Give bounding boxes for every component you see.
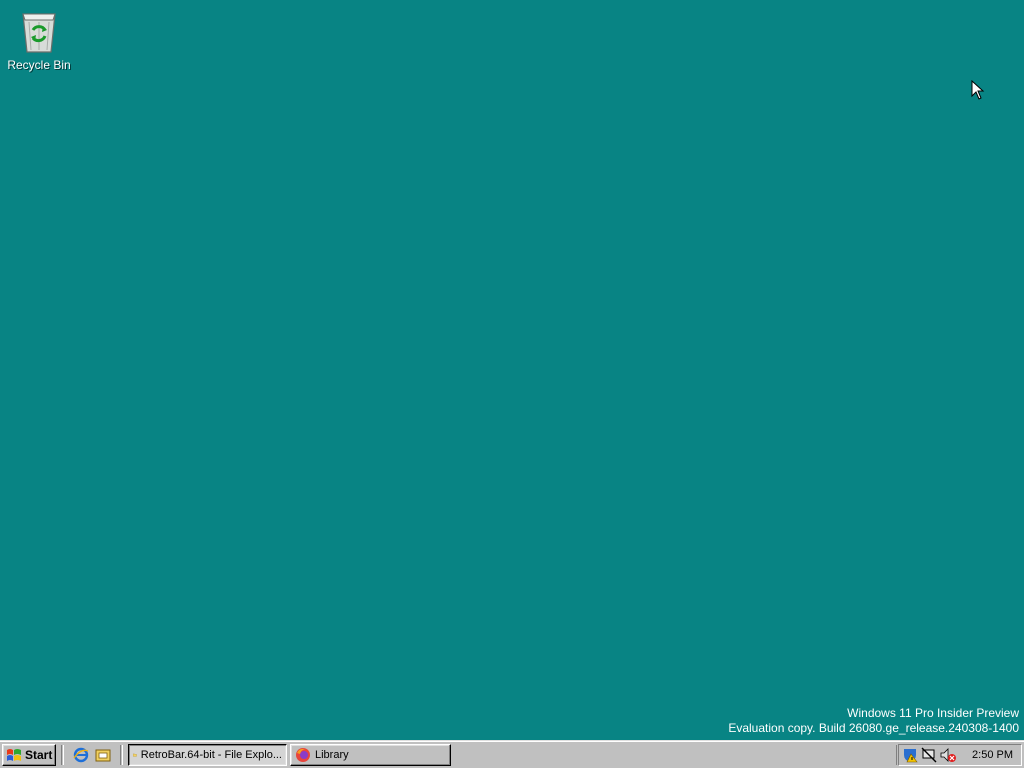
folder-icon bbox=[133, 753, 137, 757]
desktop[interactable]: Recycle Bin Windows 11 Pro Insider Previ… bbox=[0, 0, 1024, 768]
windows-logo-icon bbox=[7, 749, 21, 761]
taskbar-button-library[interactable]: Library bbox=[290, 744, 451, 766]
watermark-build: Evaluation copy. Build 26080.ge_release.… bbox=[728, 721, 1019, 735]
taskbar-button-file-explorer[interactable]: RetroBar.64-bit - File Explo... bbox=[128, 744, 287, 766]
taskbar-button-label: RetroBar.64-bit - File Explo... bbox=[140, 749, 282, 761]
security-warning-icon[interactable] bbox=[902, 747, 918, 763]
windows-watermark: Windows 11 Pro Insider Preview Evaluatio… bbox=[728, 706, 1019, 736]
firefox-icon bbox=[296, 748, 310, 762]
desktop-icon-label: Recycle Bin bbox=[7, 58, 71, 72]
mouse-pointer-icon bbox=[971, 80, 985, 100]
taskbar-clock[interactable]: 2:50 PM bbox=[972, 749, 1013, 761]
toolbar-grip[interactable] bbox=[61, 745, 64, 765]
volume-muted-icon[interactable] bbox=[940, 747, 956, 763]
internet-explorer-icon[interactable] bbox=[73, 747, 89, 763]
notification-area: 2:50 PM bbox=[898, 744, 1022, 766]
watermark-edition: Windows 11 Pro Insider Preview bbox=[847, 706, 1019, 720]
desktop-icon-recycle-bin[interactable]: Recycle Bin bbox=[4, 6, 74, 72]
taskbar-button-label: Library bbox=[315, 749, 349, 761]
recycle-bin-icon bbox=[22, 13, 56, 53]
start-button[interactable]: Start bbox=[2, 744, 56, 766]
start-label: Start bbox=[25, 748, 53, 762]
toolbar-grip[interactable] bbox=[120, 745, 123, 765]
show-desktop-icon[interactable] bbox=[95, 747, 111, 763]
network-disconnected-icon[interactable] bbox=[921, 747, 937, 763]
taskbar: Start RetroBar.64-bit - File Explo... Li… bbox=[0, 740, 1024, 768]
